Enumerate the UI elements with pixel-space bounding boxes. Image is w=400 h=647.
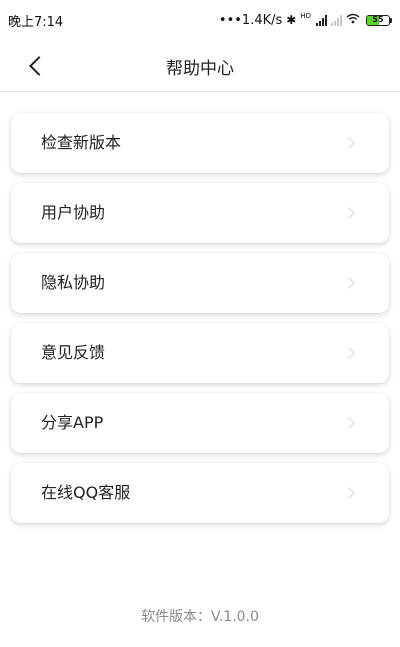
app-header: 帮助中心 [0,40,400,92]
battery-icon: 55 [366,14,392,26]
menu-item-label: 用户协助 [41,203,106,222]
signal-strength-icon [316,14,327,26]
menu-item-feedback[interactable]: 意见反馈 [11,323,389,383]
menu-item-label: 意见反馈 [41,343,106,362]
menu-item-check-new-version[interactable]: 检查新版本 [11,113,389,173]
chevron-right-icon [343,417,355,429]
menu-item-user-help[interactable]: 用户协助 [11,183,389,243]
menu-item-label: 检查新版本 [41,133,122,152]
menu-item-share-app[interactable]: 分享APP [11,393,389,453]
chevron-right-icon [343,487,355,499]
software-version: 软件版本：V.1.0.0 [141,609,259,625]
chevron-right-icon [343,347,355,359]
chevron-right-icon [343,277,355,289]
menu-item-label: 在线QQ客服 [41,483,131,502]
status-time: 晚上7:14 [8,14,64,30]
wifi-icon [346,13,360,27]
menu-item-online-qq-support[interactable]: 在线QQ客服 [11,463,389,523]
hd-label: HD [300,11,311,20]
menu-item-label: 分享APP [41,413,104,432]
signal-strength-secondary-icon [331,14,342,26]
chevron-right-icon [343,207,355,219]
bluetooth-icon: ✱ [286,13,297,27]
battery-level: 55 [372,15,384,24]
status-bar: 晚上7:14 •••1.4K/s ✱ HD 55 [0,0,400,40]
network-speed: •••1.4K/s [218,12,283,28]
menu-item-label: 隐私协助 [41,273,106,292]
chevron-right-icon [343,137,355,149]
help-menu-list: 检查新版本 用户协助 隐私协助 意见反馈 分享APP 在线QQ客服 [11,113,389,533]
page-title: 帮助中心 [166,59,234,79]
menu-item-privacy-help[interactable]: 隐私协助 [11,253,389,313]
status-indicators: •••1.4K/s ✱ HD 55 [218,11,392,28]
